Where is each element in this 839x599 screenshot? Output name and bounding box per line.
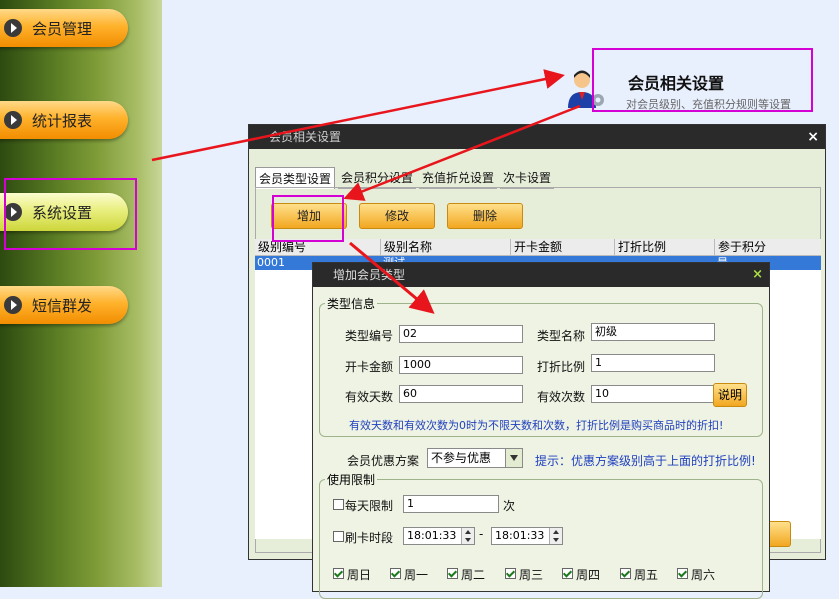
- weekday-checkbox-tue[interactable]: [447, 568, 458, 579]
- dialog-titlebar[interactable]: 增加会员类型 ×: [313, 263, 769, 287]
- sidebar-item-sms[interactable]: 短信群发: [0, 286, 128, 324]
- promo-label: 会员优惠方案: [347, 454, 420, 468]
- daily-limit-input[interactable]: 1: [403, 495, 499, 513]
- time-slot-label: 刷卡时段: [345, 531, 394, 545]
- weekday-checkbox-mon[interactable]: [390, 568, 401, 579]
- open-amount-input[interactable]: 1000: [399, 356, 523, 374]
- tab-count-card[interactable]: 次卡设置: [500, 167, 555, 189]
- weekday-checkbox-thu[interactable]: [562, 568, 573, 579]
- play-arrow-icon: [4, 19, 22, 37]
- open-amount-label: 开卡金额: [345, 360, 394, 374]
- weekday-label: 周日: [347, 568, 372, 582]
- time-range-dash: -: [479, 527, 484, 541]
- spinner-icon[interactable]: [461, 528, 474, 544]
- highlight-box-header: [592, 48, 813, 112]
- window-title: 会员相关设置: [269, 130, 342, 144]
- promo-select[interactable]: 不参与优惠: [427, 448, 523, 468]
- time-from-value: 18:01:33: [407, 529, 457, 542]
- usage-limit-legend: 使用限制: [325, 471, 378, 488]
- window-titlebar[interactable]: 会员相关设置 ×: [249, 125, 825, 149]
- weekday-label: 周二: [461, 568, 486, 582]
- column-header[interactable]: 打折比例: [615, 239, 715, 255]
- tab-member-points[interactable]: 会员积分设置: [338, 167, 417, 189]
- tab-member-type[interactable]: 会员类型设置: [255, 167, 336, 189]
- sidebar-item-member-management[interactable]: 会员管理: [0, 9, 128, 47]
- type-no-input[interactable]: 02: [399, 325, 523, 343]
- weekday-checkbox-fri[interactable]: [620, 568, 631, 579]
- explain-button[interactable]: 说明: [713, 383, 747, 407]
- promo-select-value: 不参与优惠: [431, 451, 492, 465]
- chevron-down-icon[interactable]: [505, 449, 522, 467]
- weekday-checkbox-sat[interactable]: [677, 568, 688, 579]
- valid-times-input[interactable]: 10: [591, 385, 715, 403]
- type-info-legend: 类型信息: [325, 295, 378, 312]
- valid-days-input[interactable]: 60: [399, 385, 523, 403]
- spinner-icon[interactable]: [549, 528, 562, 544]
- edit-button[interactable]: 修改: [359, 203, 435, 229]
- time-slot-checkbox[interactable]: [333, 531, 344, 542]
- sidebar-item-label: 会员管理: [32, 19, 93, 38]
- time-to-value: 18:01:33: [495, 529, 545, 542]
- valid-days-label: 有效天数: [345, 390, 394, 404]
- discount-input[interactable]: 1: [591, 354, 715, 372]
- sidebar: 会员管理 统计报表 系统设置 短信群发: [0, 0, 162, 587]
- close-icon[interactable]: ×: [752, 263, 763, 287]
- weekday-label: 周四: [576, 568, 601, 582]
- weekday-label: 周六: [691, 568, 716, 582]
- delete-button[interactable]: 删除: [447, 203, 523, 229]
- sidebar-item-label: 短信群发: [32, 296, 93, 315]
- sidebar-item-label: 统计报表: [32, 111, 93, 130]
- type-info-note: 有效天数和有效次数为0时为不限天数和次数，打折比例是购买商品时的折扣!: [349, 419, 724, 432]
- daily-limit-unit: 次: [503, 499, 516, 513]
- type-name-input[interactable]: 初级: [591, 323, 715, 341]
- column-header[interactable]: 开卡金额: [511, 239, 615, 255]
- time-from-input[interactable]: 18:01:33: [403, 527, 475, 545]
- weekday-label: 周三: [519, 568, 544, 582]
- valid-times-label: 有效次数: [537, 390, 586, 404]
- play-arrow-icon: [4, 111, 22, 129]
- daily-limit-label: 每天限制: [345, 499, 394, 513]
- type-name-label: 类型名称: [537, 329, 586, 343]
- promo-hint: 提示：优惠方案级别高于上面的打折比例!: [535, 454, 756, 468]
- discount-label: 打折比例: [537, 360, 586, 374]
- tab-recharge[interactable]: 充值折兑设置: [419, 167, 498, 189]
- weekday-label: 周五: [634, 568, 659, 582]
- tab-bar: 会员类型设置 会员积分设置 充值折兑设置 次卡设置: [255, 167, 557, 189]
- close-icon[interactable]: ×: [807, 125, 819, 149]
- weekday-checkbox-wed[interactable]: [505, 568, 516, 579]
- type-no-label: 类型编号: [345, 329, 394, 343]
- highlight-box-add: [272, 195, 344, 242]
- sidebar-item-reports[interactable]: 统计报表: [0, 101, 128, 139]
- dialog-title: 增加会员类型: [333, 268, 406, 282]
- weekday-label: 周一: [404, 568, 429, 582]
- weekday-checkbox-sun[interactable]: [333, 568, 344, 579]
- highlight-box-system-settings: [4, 178, 137, 250]
- add-member-type-dialog: 增加会员类型 × 类型信息 类型编号 02 类型名称 初级 开卡金额 1000 …: [312, 262, 770, 599]
- column-header[interactable]: 级别名称: [381, 239, 511, 255]
- daily-limit-checkbox[interactable]: [333, 499, 344, 510]
- time-to-input[interactable]: 18:01:33: [491, 527, 563, 545]
- play-arrow-icon: [4, 296, 22, 314]
- column-header[interactable]: 参于积分: [715, 239, 821, 255]
